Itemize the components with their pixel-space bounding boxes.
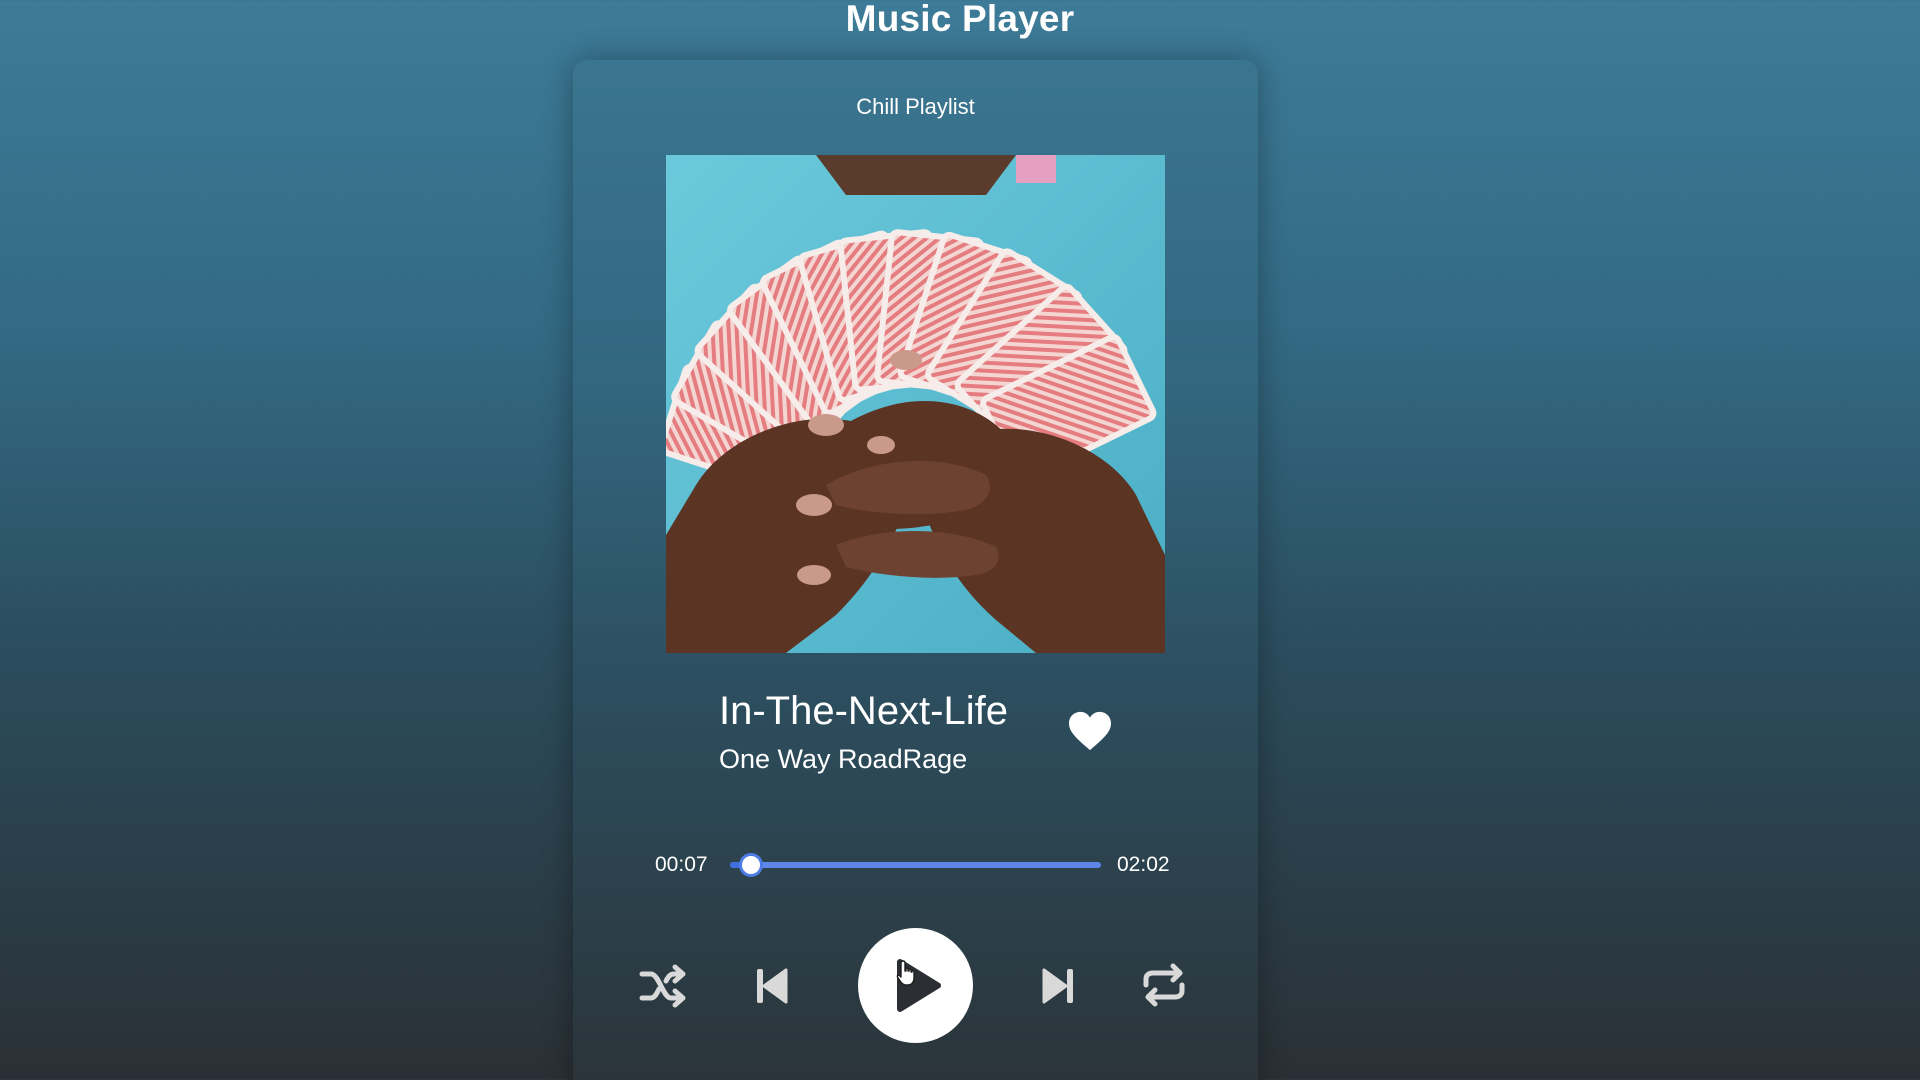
like-button[interactable] [1067,710,1113,752]
shuffle-button[interactable] [639,964,689,1008]
previous-button[interactable] [755,966,789,1006]
track-title: In-The-Next-Life [719,689,1008,733]
page-title: Music Player [845,0,1075,39]
skip-next-icon [1042,968,1073,1004]
shuffle-icon [639,964,686,1008]
playlist-name: Chill Playlist [856,94,975,119]
progress-thumb[interactable] [742,856,761,874]
play-button[interactable] [858,928,973,1043]
total-time: 02:02 [1117,853,1170,876]
current-time: 00:07 [655,853,708,876]
track-artist: One Way RoadRage [719,744,968,774]
heart-icon [1069,711,1111,751]
progress-bar[interactable] [730,856,1101,874]
next-button[interactable] [1041,966,1075,1006]
skip-previous-icon [757,968,788,1004]
repeat-icon [1143,963,1185,1007]
album-art-image [666,155,1165,653]
album-art [666,155,1165,653]
player-card: Chill Playlist In-The-Next-Life One Way … [573,60,1258,1080]
hand-pointer-icon [896,960,915,986]
repeat-button[interactable] [1140,961,1188,1009]
